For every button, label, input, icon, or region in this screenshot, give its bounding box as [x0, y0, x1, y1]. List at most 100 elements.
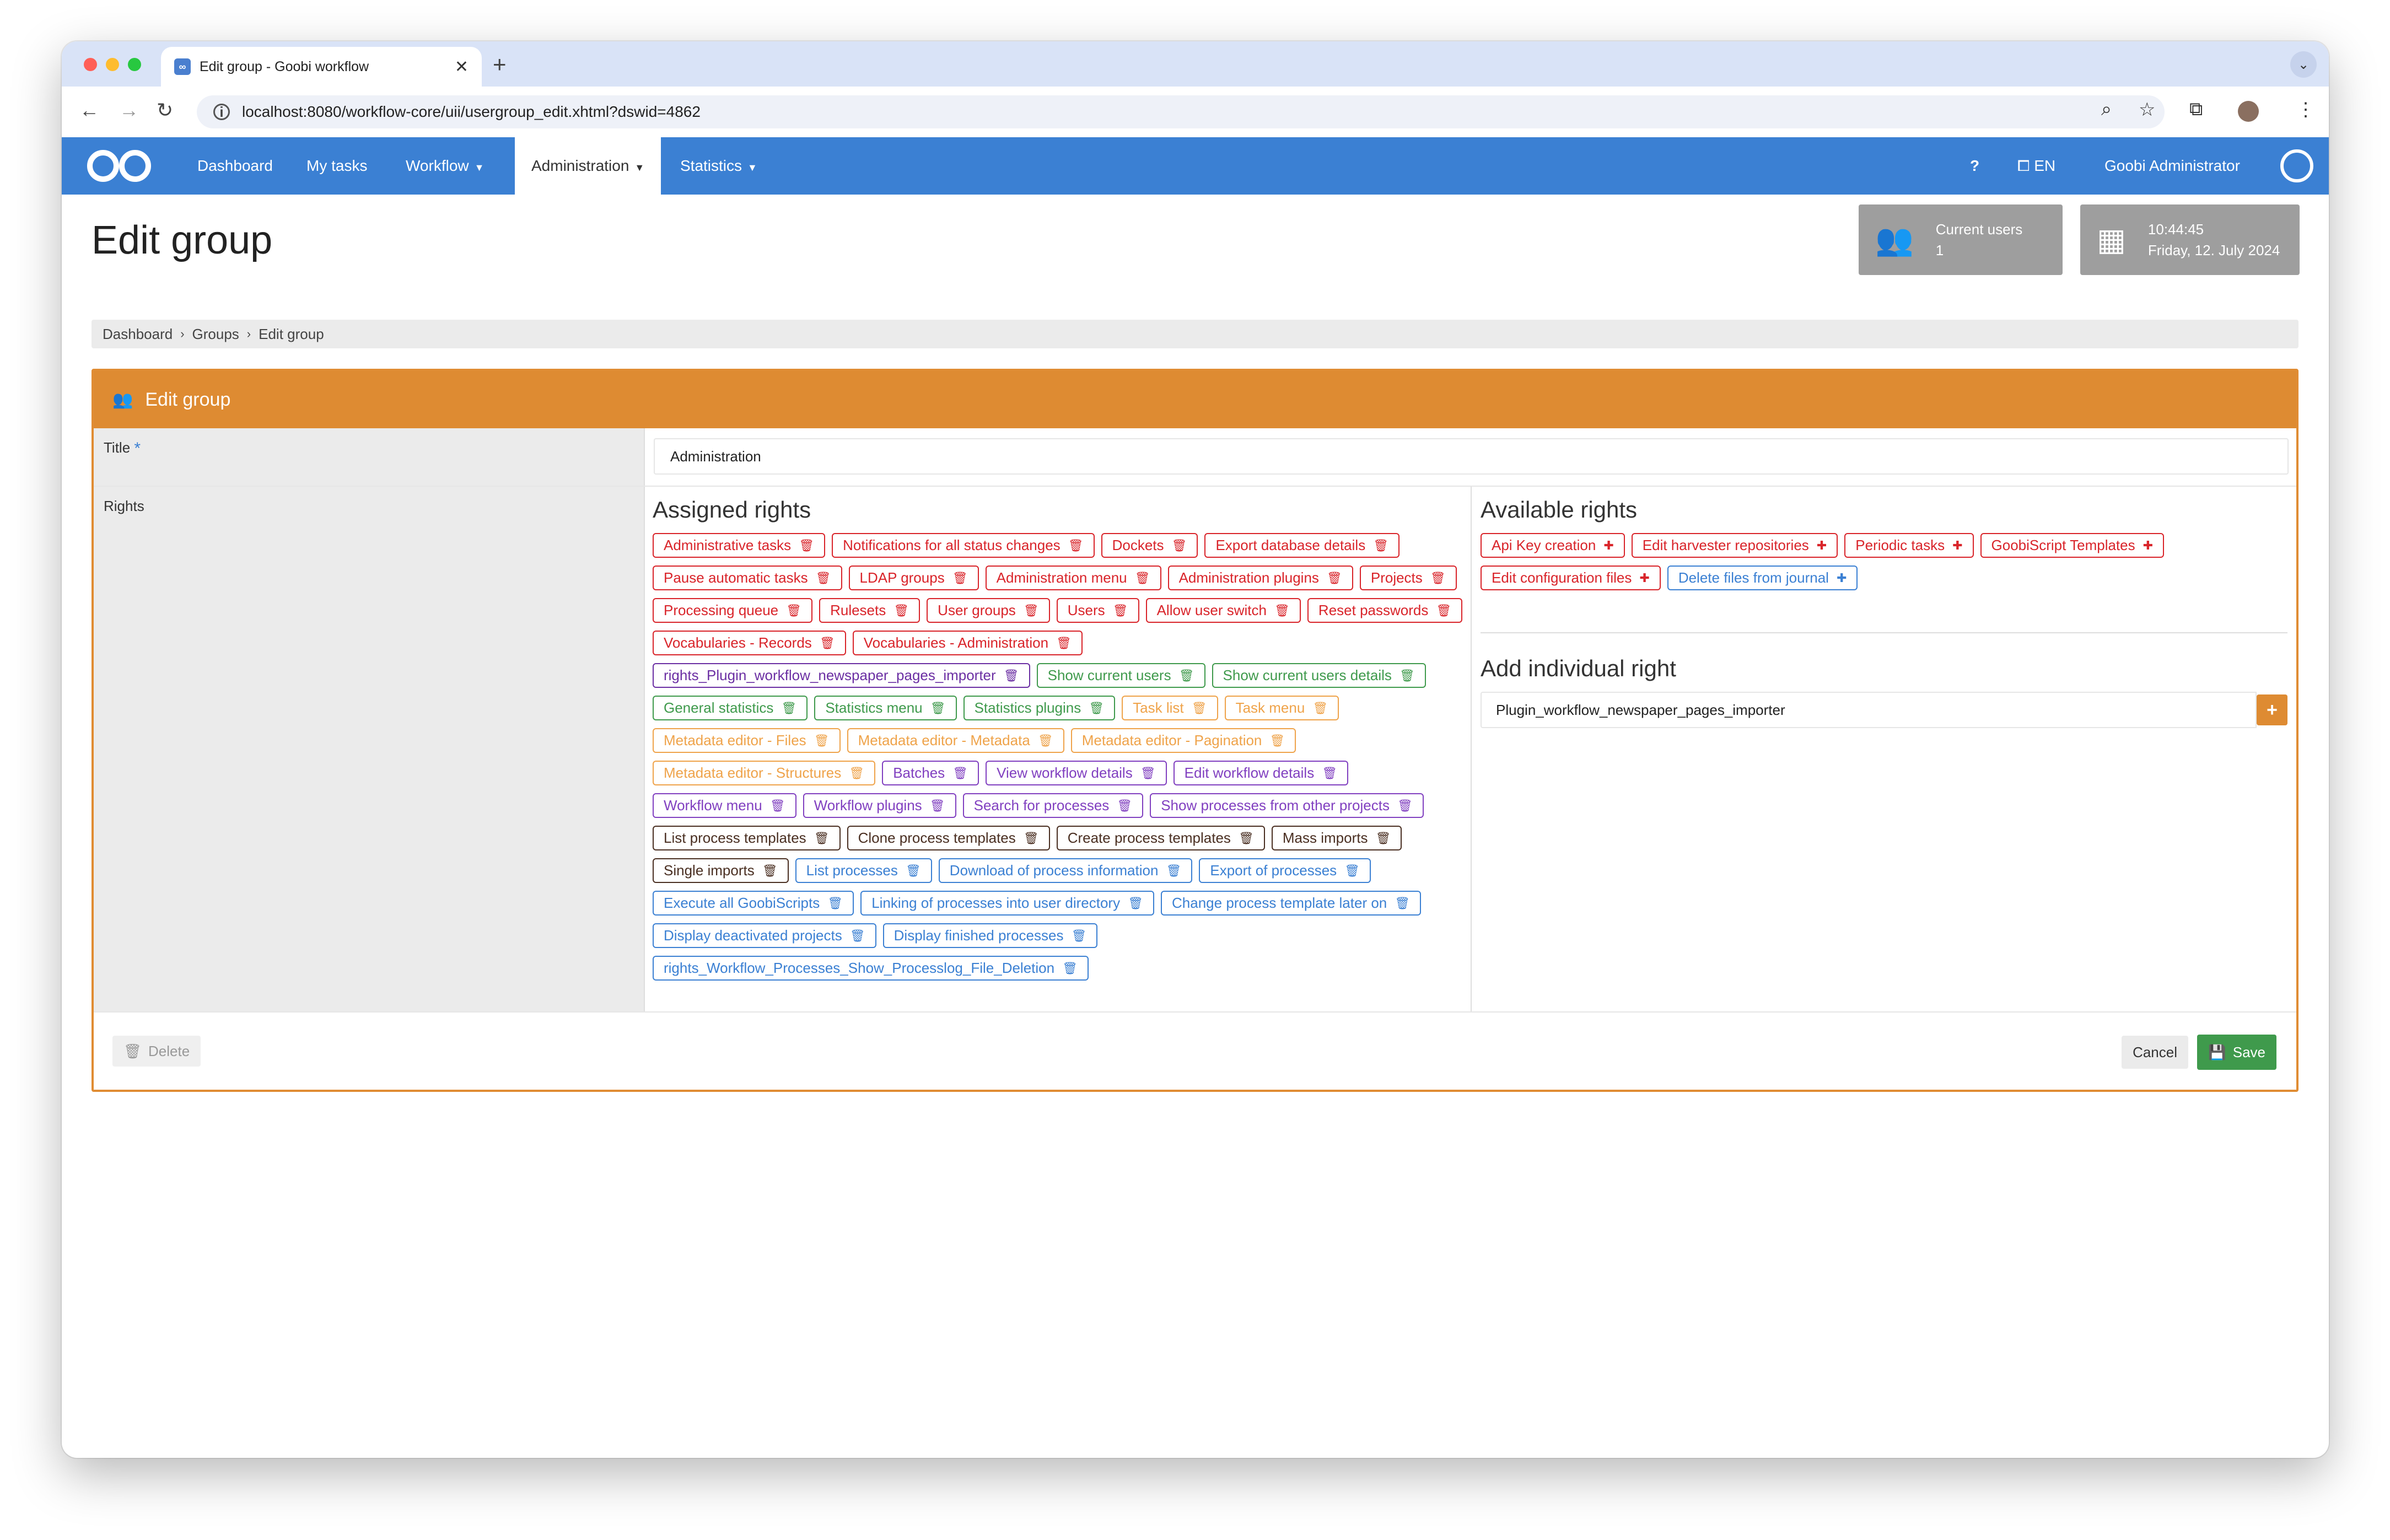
available-right-tag[interactable]: Delete files from journal ✚	[1667, 566, 1858, 590]
assigned-right-tag[interactable]: Processing queue 🗑	[653, 598, 813, 623]
trash-icon[interactable]: 🗑	[1071, 929, 1086, 943]
nav-workflow[interactable]: Workflow ▼	[389, 137, 500, 195]
assigned-right-tag[interactable]: Export of processes 🗑	[1199, 858, 1371, 883]
assigned-right-tag[interactable]: Execute all GoobiScripts 🗑	[653, 891, 854, 916]
assigned-right-tag[interactable]: Show processes from other projects 🗑	[1150, 793, 1424, 818]
trash-icon[interactable]: 🗑	[1373, 539, 1388, 553]
trash-icon[interactable]: 🗑	[1172, 539, 1187, 553]
assigned-right-tag[interactable]: Dockets 🗑	[1101, 533, 1198, 558]
trash-icon[interactable]: 🗑	[1068, 539, 1084, 553]
assigned-right-tag[interactable]: Vocabularies - Administration 🗑	[852, 631, 1083, 655]
breadcrumb-dashboard[interactable]: Dashboard	[103, 326, 173, 343]
trash-icon[interactable]: 🗑	[827, 896, 843, 911]
assigned-right-tag[interactable]: Clone process templates 🗑	[847, 826, 1050, 850]
trash-icon[interactable]: 🗑	[820, 636, 835, 650]
assigned-right-tag[interactable]: Metadata editor - Structures 🗑	[653, 761, 876, 785]
assigned-right-tag[interactable]: Reset passwords 🗑	[1307, 598, 1463, 623]
assigned-right-tag[interactable]: Workflow plugins 🗑	[803, 793, 956, 818]
trash-icon[interactable]: 🗑	[952, 766, 968, 780]
tab-search-chevron-icon[interactable]: ⌄	[2290, 51, 2317, 78]
assigned-right-tag[interactable]: Metadata editor - Pagination 🗑	[1070, 728, 1296, 753]
assigned-right-tag[interactable]: Rulesets 🗑	[819, 598, 921, 623]
site-info-icon[interactable]: i	[213, 104, 230, 120]
assigned-right-tag[interactable]: Pause automatic tasks 🗑	[653, 566, 842, 590]
current-users-box[interactable]: 👥 Current users 1	[1859, 204, 2063, 275]
add-right-button[interactable]: +	[2257, 694, 2287, 725]
plus-icon[interactable]: ✚	[1639, 571, 1649, 585]
assigned-right-tag[interactable]: Export database details 🗑	[1204, 533, 1400, 558]
assigned-right-tag[interactable]: Edit workflow details 🗑	[1173, 761, 1349, 785]
assigned-right-tag[interactable]: Change process template later on 🗑	[1161, 891, 1422, 916]
bookmark-star-icon[interactable]: ☆	[2139, 99, 2155, 121]
assigned-right-tag[interactable]: Administrative tasks 🗑	[653, 533, 826, 558]
assigned-right-tag[interactable]: LDAP groups 🗑	[848, 566, 979, 590]
assigned-right-tag[interactable]: Allow user switch 🗑	[1145, 598, 1301, 623]
plus-icon[interactable]: ✚	[2143, 539, 2153, 553]
assigned-right-tag[interactable]: Download of process information 🗑	[938, 858, 1193, 883]
breadcrumb-groups[interactable]: Groups	[192, 326, 239, 343]
zoom-icon[interactable]: ⌕	[2101, 99, 2112, 120]
trash-icon[interactable]: 🗑	[770, 799, 785, 813]
trash-icon[interactable]: 🗑	[1089, 701, 1104, 715]
assigned-right-tag[interactable]: Task list 🗑	[1122, 696, 1218, 720]
available-right-tag[interactable]: GoobiScript Templates ✚	[1980, 533, 2165, 558]
trash-icon[interactable]: 🗑	[1436, 604, 1451, 618]
individual-right-input[interactable]: Plugin_workflow_newspaper_pages_importer	[1481, 692, 2257, 728]
trash-icon[interactable]: 🗑	[1397, 799, 1413, 813]
trash-icon[interactable]: 🗑	[850, 929, 865, 943]
trash-icon[interactable]: 🗑	[1375, 831, 1391, 846]
browser-menu-icon[interactable]: ⋮	[2296, 99, 2315, 121]
trash-icon[interactable]: 🗑	[799, 539, 814, 553]
user-menu[interactable]: Goobi Administrator	[2104, 137, 2240, 195]
trash-icon[interactable]: 🗑	[786, 604, 801, 618]
trash-icon[interactable]: 🗑	[893, 604, 909, 618]
assigned-right-tag[interactable]: Batches 🗑	[882, 761, 979, 785]
trash-icon[interactable]: 🗑	[781, 701, 796, 715]
plus-icon[interactable]: ✚	[1603, 539, 1613, 553]
minimize-window-button[interactable]	[106, 58, 119, 71]
plus-icon[interactable]: ✚	[1817, 539, 1827, 553]
trash-icon[interactable]: 🗑	[1322, 766, 1337, 780]
assigned-right-tag[interactable]: Administration plugins 🗑	[1167, 566, 1353, 590]
assigned-right-tag[interactable]: Linking of processes into user directory…	[860, 891, 1155, 916]
trash-icon[interactable]: 🗑	[1399, 669, 1415, 683]
trash-icon[interactable]: 🗑	[1430, 571, 1446, 585]
nav-administration[interactable]: Administration ▼	[515, 137, 661, 195]
nav-dashboard[interactable]: Dashboard	[181, 137, 289, 195]
trash-icon[interactable]: 🗑	[1140, 766, 1156, 780]
trash-icon[interactable]: 🗑	[1117, 799, 1132, 813]
trash-icon[interactable]: 🗑	[1344, 864, 1360, 878]
trash-icon[interactable]: 🗑	[762, 864, 778, 878]
goobi-logo-icon[interactable]	[85, 148, 153, 184]
assigned-right-tag[interactable]: Task menu 🗑	[1224, 696, 1339, 720]
assigned-right-tag[interactable]: rights_Workflow_Processes_Show_Processlo…	[653, 956, 1089, 981]
new-tab-button[interactable]: +	[493, 51, 507, 78]
available-right-tag[interactable]: Edit configuration files ✚	[1481, 566, 1661, 590]
assigned-right-tag[interactable]: List process templates 🗑	[653, 826, 841, 850]
trash-icon[interactable]: 🗑	[1274, 604, 1290, 618]
trash-icon[interactable]: 🗑	[1312, 701, 1328, 715]
plus-icon[interactable]: ✚	[1952, 539, 1962, 553]
assigned-right-tag[interactable]: Workflow menu 🗑	[653, 793, 796, 818]
trash-icon[interactable]: 🗑	[1128, 896, 1143, 911]
trash-icon[interactable]: 🗑	[1395, 896, 1410, 911]
trash-icon[interactable]: 🗑	[1056, 636, 1072, 650]
nav-my-tasks[interactable]: My tasks	[290, 137, 384, 195]
trash-icon[interactable]: 🗑	[1269, 734, 1285, 748]
trash-icon[interactable]: 🗑	[930, 799, 945, 813]
assigned-right-tag[interactable]: Create process templates 🗑	[1056, 826, 1265, 850]
assigned-right-tag[interactable]: Statistics plugins 🗑	[963, 696, 1116, 720]
assigned-right-tag[interactable]: Mass imports 🗑	[1271, 826, 1402, 850]
save-button[interactable]: 💾 Save	[2197, 1035, 2276, 1070]
assigned-right-tag[interactable]: Show current users 🗑	[1036, 663, 1205, 688]
trash-icon[interactable]: 🗑	[1038, 734, 1053, 748]
browser-tab-active[interactable]: ∞ Edit group - Goobi workflow ✕	[161, 47, 482, 87]
profile-avatar[interactable]	[2238, 101, 2259, 122]
cancel-button[interactable]: Cancel	[2122, 1036, 2188, 1069]
trash-icon[interactable]: 🗑	[930, 701, 946, 715]
maximize-window-button[interactable]	[128, 58, 141, 71]
assigned-right-tag[interactable]: User groups 🗑	[927, 598, 1050, 623]
delete-button[interactable]: 🗑 Delete	[112, 1036, 201, 1067]
available-right-tag[interactable]: Periodic tasks ✚	[1844, 533, 1974, 558]
trash-icon[interactable]: 🗑	[1166, 864, 1181, 878]
